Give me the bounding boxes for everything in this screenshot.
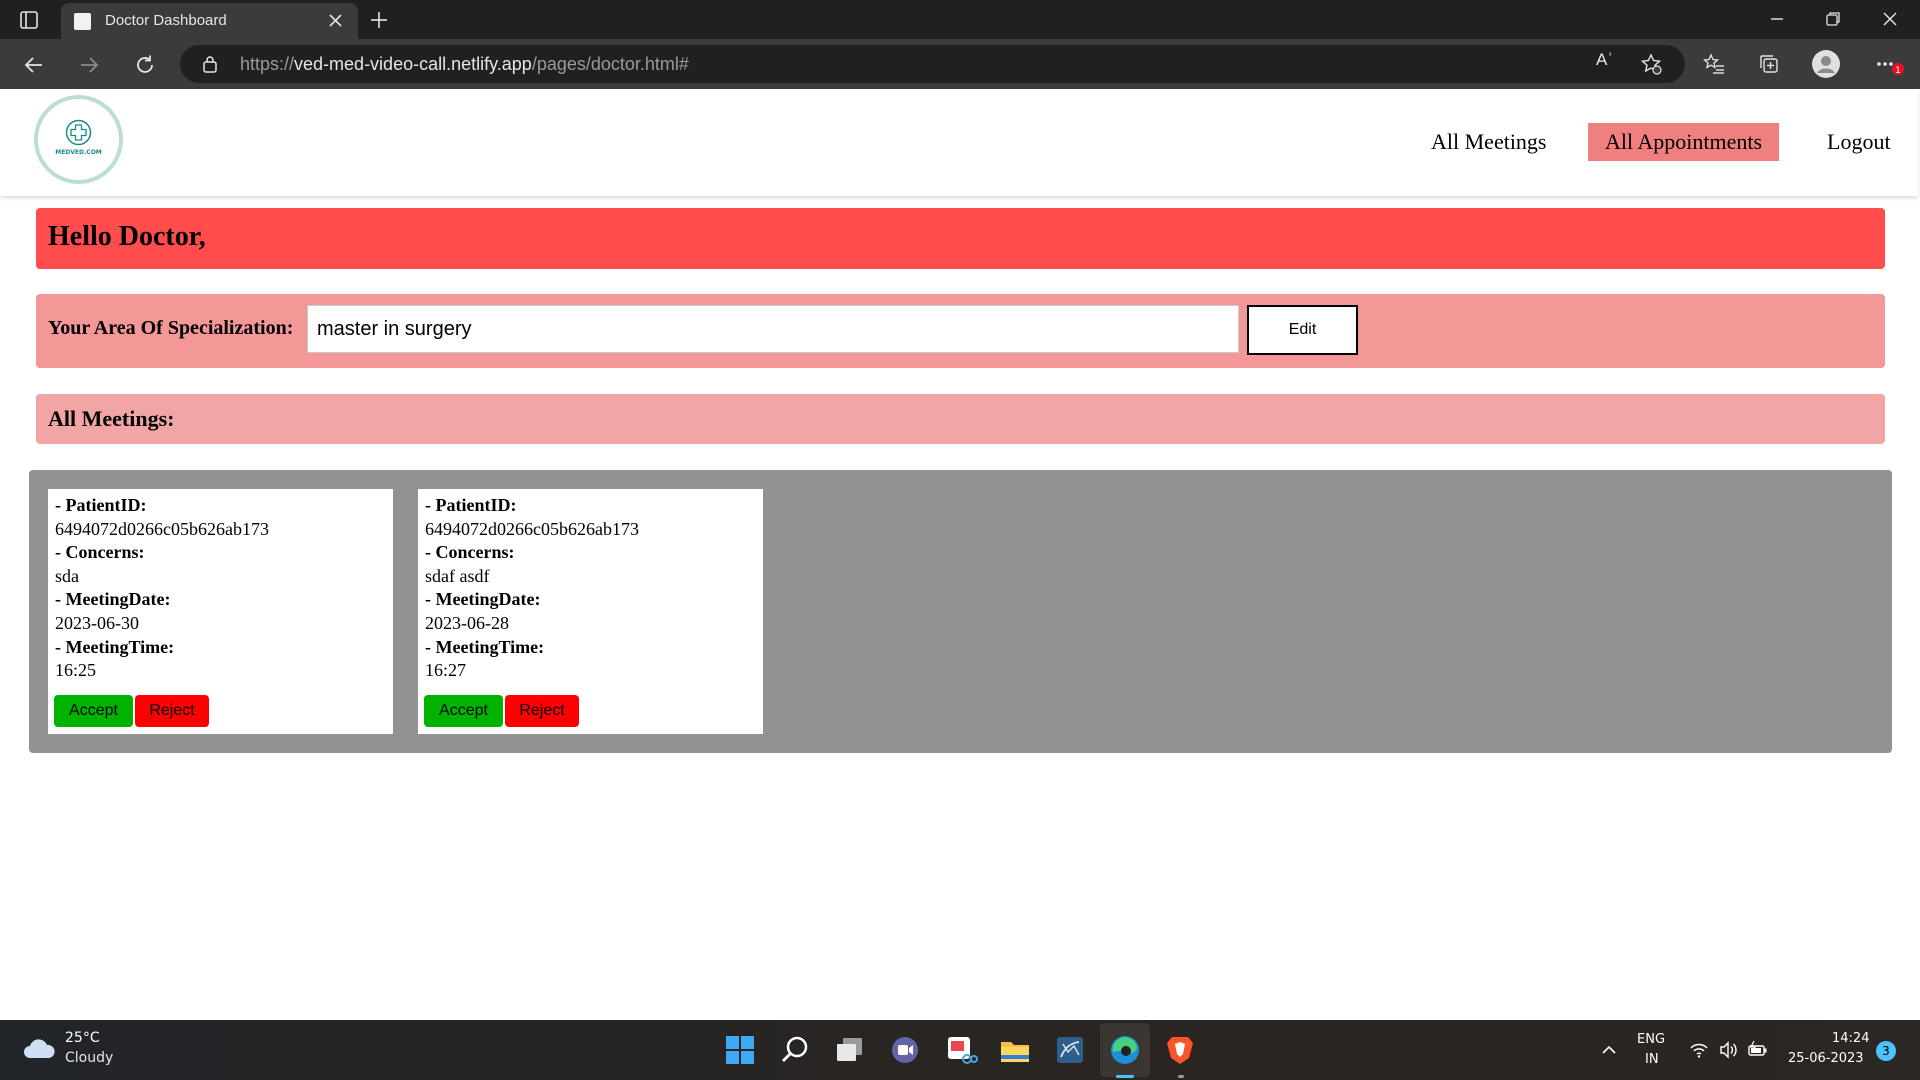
patient-id-label: - PatientID:: [55, 495, 147, 515]
clock-date[interactable]: 25-06-2023: [1788, 1051, 1864, 1066]
specialization-input[interactable]: [307, 305, 1239, 353]
site-header: MEDVED.COM All Meetings All Appointments…: [0, 89, 1918, 196]
collections-icon[interactable]: [1757, 52, 1781, 76]
meetings-heading: All Meetings:: [48, 406, 175, 431]
running-app-indicator: [1178, 1075, 1184, 1078]
accept-button[interactable]: Accept: [54, 695, 133, 727]
language-region[interactable]: IN: [1645, 1052, 1659, 1067]
snipping-tool-icon[interactable]: [940, 1030, 980, 1070]
page-favicon-icon: [74, 13, 91, 30]
add-favorite-star-icon[interactable]: [1639, 52, 1663, 76]
teams-chat-icon[interactable]: [885, 1030, 925, 1070]
meeting-time-value: 16:25: [55, 660, 97, 681]
settings-more-icon[interactable]: 1: [1874, 52, 1906, 82]
specialization-section: Your Area Of Specialization: Edit: [36, 294, 1885, 368]
tab-title: Doctor Dashboard: [105, 12, 227, 29]
browser-tab[interactable]: Doctor Dashboard: [61, 3, 358, 39]
minimize-window-icon[interactable]: [1766, 8, 1788, 30]
specialization-label: Your Area Of Specialization:: [48, 317, 294, 339]
meeting-date-value: 2023-06-30: [55, 612, 139, 633]
nav-all-appointments[interactable]: All Appointments: [1588, 123, 1780, 161]
meeting-actions: Accept Reject: [424, 695, 579, 727]
notification-count-badge[interactable]: 3: [1876, 1041, 1896, 1061]
profile-avatar-icon[interactable]: [1811, 49, 1841, 79]
accept-button[interactable]: Accept: [424, 695, 503, 727]
weather-temperature[interactable]: 25°C: [65, 1030, 100, 1046]
browser-tab-bar: Doctor Dashboard: [0, 0, 1920, 39]
battery-charging-icon[interactable]: [1748, 1040, 1768, 1060]
meeting-time-label: - MeetingTime:: [425, 636, 545, 657]
url-path: /pages/doctor.html#: [531, 54, 689, 74]
medical-cross-logo-icon: [65, 119, 92, 146]
page-content: MEDVED.COM All Meetings All Appointments…: [0, 89, 1920, 1020]
back-arrow-icon[interactable]: [22, 53, 46, 77]
patient-id-value: 6494072d0266c05b626ab173: [55, 518, 269, 539]
lock-icon[interactable]: [202, 55, 218, 73]
windows-taskbar: 25°C Cloudy ENG IN 14:24 25-06-2023 3: [0, 1020, 1920, 1080]
wifi-icon[interactable]: [1689, 1040, 1709, 1060]
refresh-icon[interactable]: [133, 53, 157, 77]
menu-badge-count: 1: [1895, 66, 1901, 76]
tab-actions-icon[interactable]: [18, 9, 40, 31]
meeting-time-value: 16:27: [425, 660, 467, 681]
meeting-actions: Accept Reject: [54, 695, 209, 727]
concerns-value: sdaf asdf: [425, 565, 490, 586]
concerns-label: - Concerns:: [425, 542, 515, 563]
volume-icon[interactable]: [1718, 1040, 1738, 1060]
url-host: ved-med-video-call.netlify.app: [294, 54, 532, 74]
clock-time[interactable]: 14:24: [1832, 1031, 1869, 1046]
meeting-card: - PatientID: 6494072d0266c05b626ab173 - …: [48, 489, 393, 734]
meetings-heading-bar: All Meetings:: [36, 394, 1885, 444]
meeting-date-label: - MeetingDate:: [425, 589, 541, 610]
nav-all-meetings[interactable]: All Meetings: [1414, 123, 1564, 161]
meeting-date-value: 2023-06-28: [425, 612, 509, 633]
read-aloud-icon[interactable]: Aʾ: [1596, 50, 1620, 74]
chevron-up-icon[interactable]: [1600, 1041, 1618, 1059]
favorites-icon[interactable]: [1702, 52, 1726, 76]
site-logo[interactable]: MEDVED.COM: [34, 95, 123, 184]
edit-specialization-button[interactable]: Edit: [1247, 305, 1358, 355]
mysql-workbench-icon[interactable]: [1050, 1030, 1090, 1070]
weather-description[interactable]: Cloudy: [65, 1050, 113, 1066]
task-view-icon[interactable]: [830, 1030, 870, 1070]
reject-button[interactable]: Reject: [505, 695, 579, 727]
patient-id-value: 6494072d0266c05b626ab173: [425, 518, 639, 539]
reject-button[interactable]: Reject: [135, 695, 209, 727]
concerns-value: sda: [55, 565, 79, 586]
file-explorer-icon[interactable]: [995, 1030, 1035, 1070]
edge-browser-icon[interactable]: [1105, 1030, 1145, 1070]
meeting-time-label: - MeetingTime:: [55, 636, 175, 657]
meeting-date-label: - MeetingDate:: [55, 589, 171, 610]
greeting-banner: Hello Doctor,: [36, 208, 1885, 269]
cloud-weather-icon[interactable]: [22, 1036, 56, 1062]
url-scheme: https://: [240, 54, 295, 74]
forward-arrow-icon[interactable]: [77, 53, 101, 77]
active-app-indicator: [1116, 1075, 1134, 1078]
nav-logout[interactable]: Logout: [1810, 123, 1908, 161]
restore-window-icon[interactable]: [1822, 8, 1844, 30]
concerns-label: - Concerns:: [55, 542, 145, 563]
patient-id-label: - PatientID:: [425, 495, 517, 515]
search-icon[interactable]: [775, 1030, 815, 1070]
windows-start-icon[interactable]: [720, 1030, 760, 1070]
close-tab-icon[interactable]: [327, 12, 344, 29]
browser-toolbar: https://ved-med-video-call.netlify.app/p…: [0, 39, 1920, 89]
url-text[interactable]: https://ved-med-video-call.netlify.app/p…: [240, 54, 689, 75]
language-indicator[interactable]: ENG: [1637, 1032, 1665, 1047]
greeting-heading: Hello Doctor,: [48, 221, 206, 252]
new-tab-icon[interactable]: [368, 9, 390, 31]
address-bar[interactable]: https://ved-med-video-call.netlify.app/p…: [180, 45, 1685, 83]
logo-text: MEDVED.COM: [55, 149, 102, 156]
close-window-icon[interactable]: [1879, 8, 1901, 30]
brave-browser-icon[interactable]: [1160, 1030, 1200, 1070]
meeting-card: - PatientID: 6494072d0266c05b626ab173 - …: [418, 489, 763, 734]
meetings-container: - PatientID: 6494072d0266c05b626ab173 - …: [29, 470, 1892, 753]
